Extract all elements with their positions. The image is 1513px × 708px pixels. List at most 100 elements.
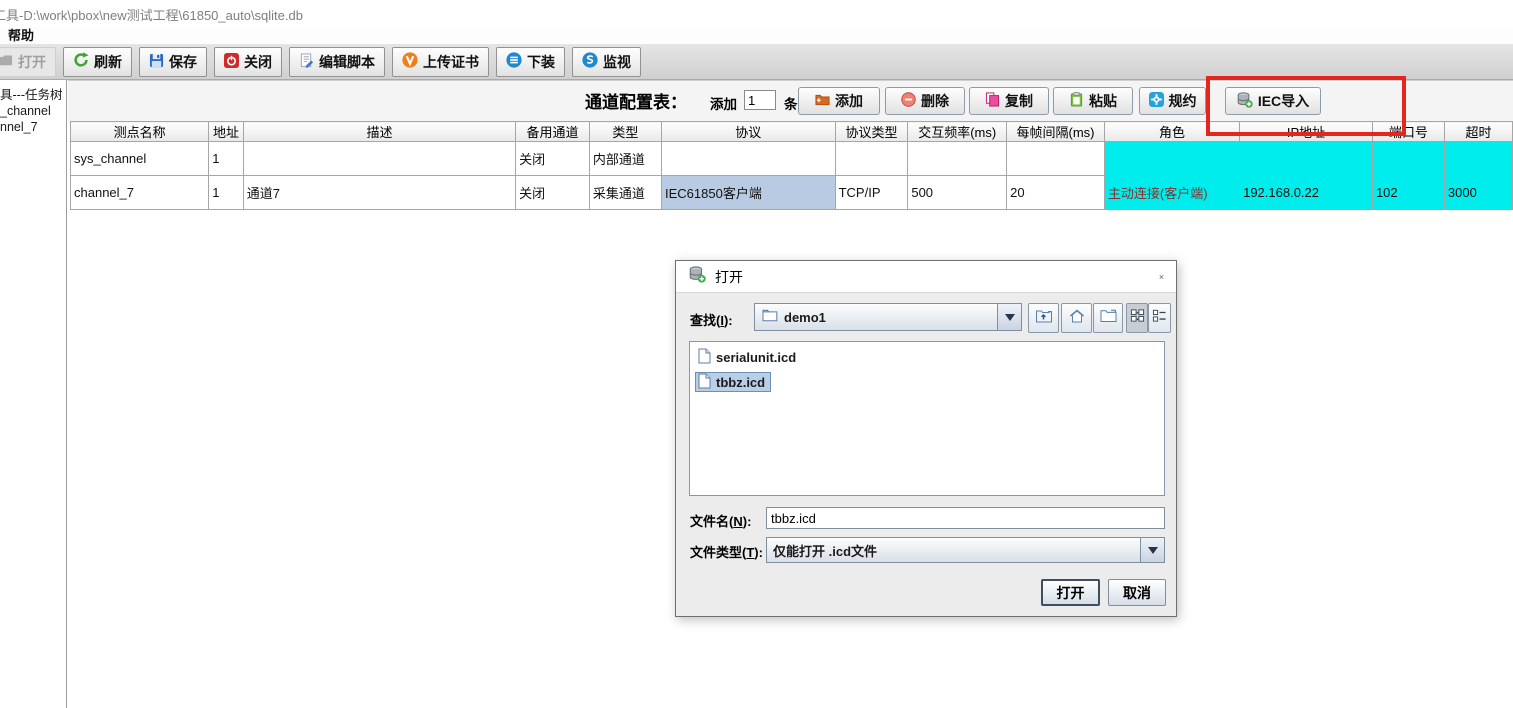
channel-config-title: 通道配置表： [585,88,687,113]
look-in-label: 查找(I): [690,310,733,329]
delete-row-button[interactable]: 删除 [885,87,965,115]
list-view-button[interactable] [1148,303,1171,333]
grid-view-button[interactable] [1126,303,1148,333]
cell[interactable]: 通道7 [243,176,515,210]
cell[interactable] [1104,142,1239,176]
col-header: IP地址 [1240,122,1373,142]
cell[interactable] [835,142,908,176]
cell[interactable] [1444,142,1512,176]
close-icon[interactable] [1146,268,1164,286]
unit-label: 条 [784,93,798,113]
save-icon [149,53,164,71]
cell[interactable]: 102 [1372,176,1444,210]
cell[interactable]: sys_channel [71,142,209,176]
save-button[interactable]: 保存 [139,47,207,77]
close-button[interactable]: 关闭 [214,47,282,77]
col-header: 描述 [243,122,515,142]
cell[interactable]: 20 [1007,176,1105,210]
certificate-icon [402,52,418,71]
add-row-button[interactable]: 添加 [798,87,880,115]
database-import-icon [1237,92,1253,111]
col-header: 备用通道 [516,122,590,142]
download-button[interactable]: 下装 [496,47,565,77]
folder-icon [762,308,778,327]
copy-icon [985,92,1000,110]
delete-icon [901,92,916,110]
look-in-combobox[interactable]: demo1 [754,303,1022,331]
col-header: 端口号 [1372,122,1444,142]
cell[interactable] [908,142,1007,176]
tree-item-channel-7[interactable]: nnel_7 [0,120,64,134]
cell[interactable]: 192.168.0.22 [1240,176,1373,210]
new-folder-button[interactable] [1093,303,1123,333]
file-list[interactable]: serialunit.icd tbbz.icd [689,341,1165,496]
col-header: 超时 [1444,122,1512,142]
up-level-button[interactable] [1028,303,1059,333]
col-header: 协议 [662,122,836,142]
open-icon [0,53,13,71]
protocol-button[interactable]: 规约 [1139,87,1206,115]
cell[interactable]: channel_7 [71,176,209,210]
home-button[interactable] [1061,303,1092,333]
file-item[interactable]: serialunit.icd [695,347,802,367]
paste-icon [1069,92,1084,110]
add-count-label: 添加 [710,93,737,113]
file-icon [698,373,711,392]
menubar: 帮助 [0,27,1513,44]
open-button[interactable]: 打开 [0,47,56,77]
copy-row-button[interactable]: 复制 [969,87,1049,115]
home-icon [1068,308,1086,329]
monitor-button[interactable]: 监视 [572,47,641,77]
add-count-input[interactable] [744,90,776,110]
menu-help[interactable]: 帮助 [8,27,34,44]
monitor-icon [582,52,598,71]
task-tree-panel: 具---任务树 _channel nnel_7 [0,80,64,708]
dialog-cancel-button[interactable]: 取消 [1108,579,1166,606]
iec-import-button[interactable]: IEC导入 [1225,87,1321,115]
add-folder-icon [815,92,830,110]
dialog-open-button[interactable]: 打开 [1041,579,1100,606]
cell[interactable] [1372,142,1444,176]
protocol-gear-icon [1149,92,1164,110]
tree-item-root[interactable]: 具---任务树 [0,88,64,102]
cell[interactable]: 关闭 [516,142,590,176]
paste-row-button[interactable]: 粘贴 [1053,87,1133,115]
window-title: 工具-D:\work\pbox\new测试工程\61850_auto\sqlit… [0,0,303,24]
cell[interactable]: 关闭 [516,176,590,210]
cell[interactable]: 3000 [1444,176,1512,210]
file-name-input[interactable] [766,507,1165,529]
refresh-button[interactable]: 刷新 [63,47,132,77]
table-row: channel_7 1 通道7 关闭 采集通道 IEC61850客户端 TCP/… [71,176,1513,210]
file-item-selected[interactable]: tbbz.icd [695,372,771,392]
cell-selected[interactable]: IEC61850客户端 [662,176,836,210]
cell[interactable] [243,142,515,176]
file-type-value: 仅能打开 .icd文件 [773,541,877,560]
cell[interactable]: 采集通道 [589,176,661,210]
chevron-down-icon[interactable] [1140,538,1164,562]
file-type-combobox[interactable]: 仅能打开 .icd文件 [766,537,1165,563]
cell[interactable] [1007,142,1105,176]
channel-config-table: 测点名称 地址 描述 备用通道 类型 协议 协议类型 交互频率(ms) 每帧间隔… [70,121,1513,210]
panel-divider[interactable] [66,80,67,708]
cell[interactable]: TCP/IP [835,176,908,210]
channel-config-toolbar: 通道配置表： 添加 条 添加 删除 复制 粘贴 规约 IEC导入 [68,80,1513,121]
col-header: 协议类型 [835,122,908,142]
main-toolbar: 打开 刷新 保存 关闭 编辑脚本 上传证书 下装 监视 [0,44,1513,80]
cell[interactable]: 1 [209,142,244,176]
cell[interactable]: 500 [908,176,1007,210]
cell[interactable]: 内部通道 [589,142,661,176]
tree-item-sys-channel[interactable]: _channel [0,104,64,118]
list-view-icon [1152,308,1167,328]
cell[interactable] [1240,142,1373,176]
upload-cert-button[interactable]: 上传证书 [392,47,489,77]
cell[interactable] [662,142,836,176]
cell[interactable]: 1 [209,176,244,210]
cell[interactable]: 主动连接(客户端) [1104,176,1239,210]
dialog-titlebar[interactable]: 打开 [676,261,1176,293]
edit-script-button[interactable]: 编辑脚本 [289,47,385,77]
window-titlebar: 工具-D:\work\pbox\new测试工程\61850_auto\sqlit… [0,0,1513,27]
grid-view-icon [1130,308,1145,328]
chevron-down-icon[interactable] [997,304,1021,330]
download-icon [506,52,522,71]
script-edit-icon [299,53,314,71]
